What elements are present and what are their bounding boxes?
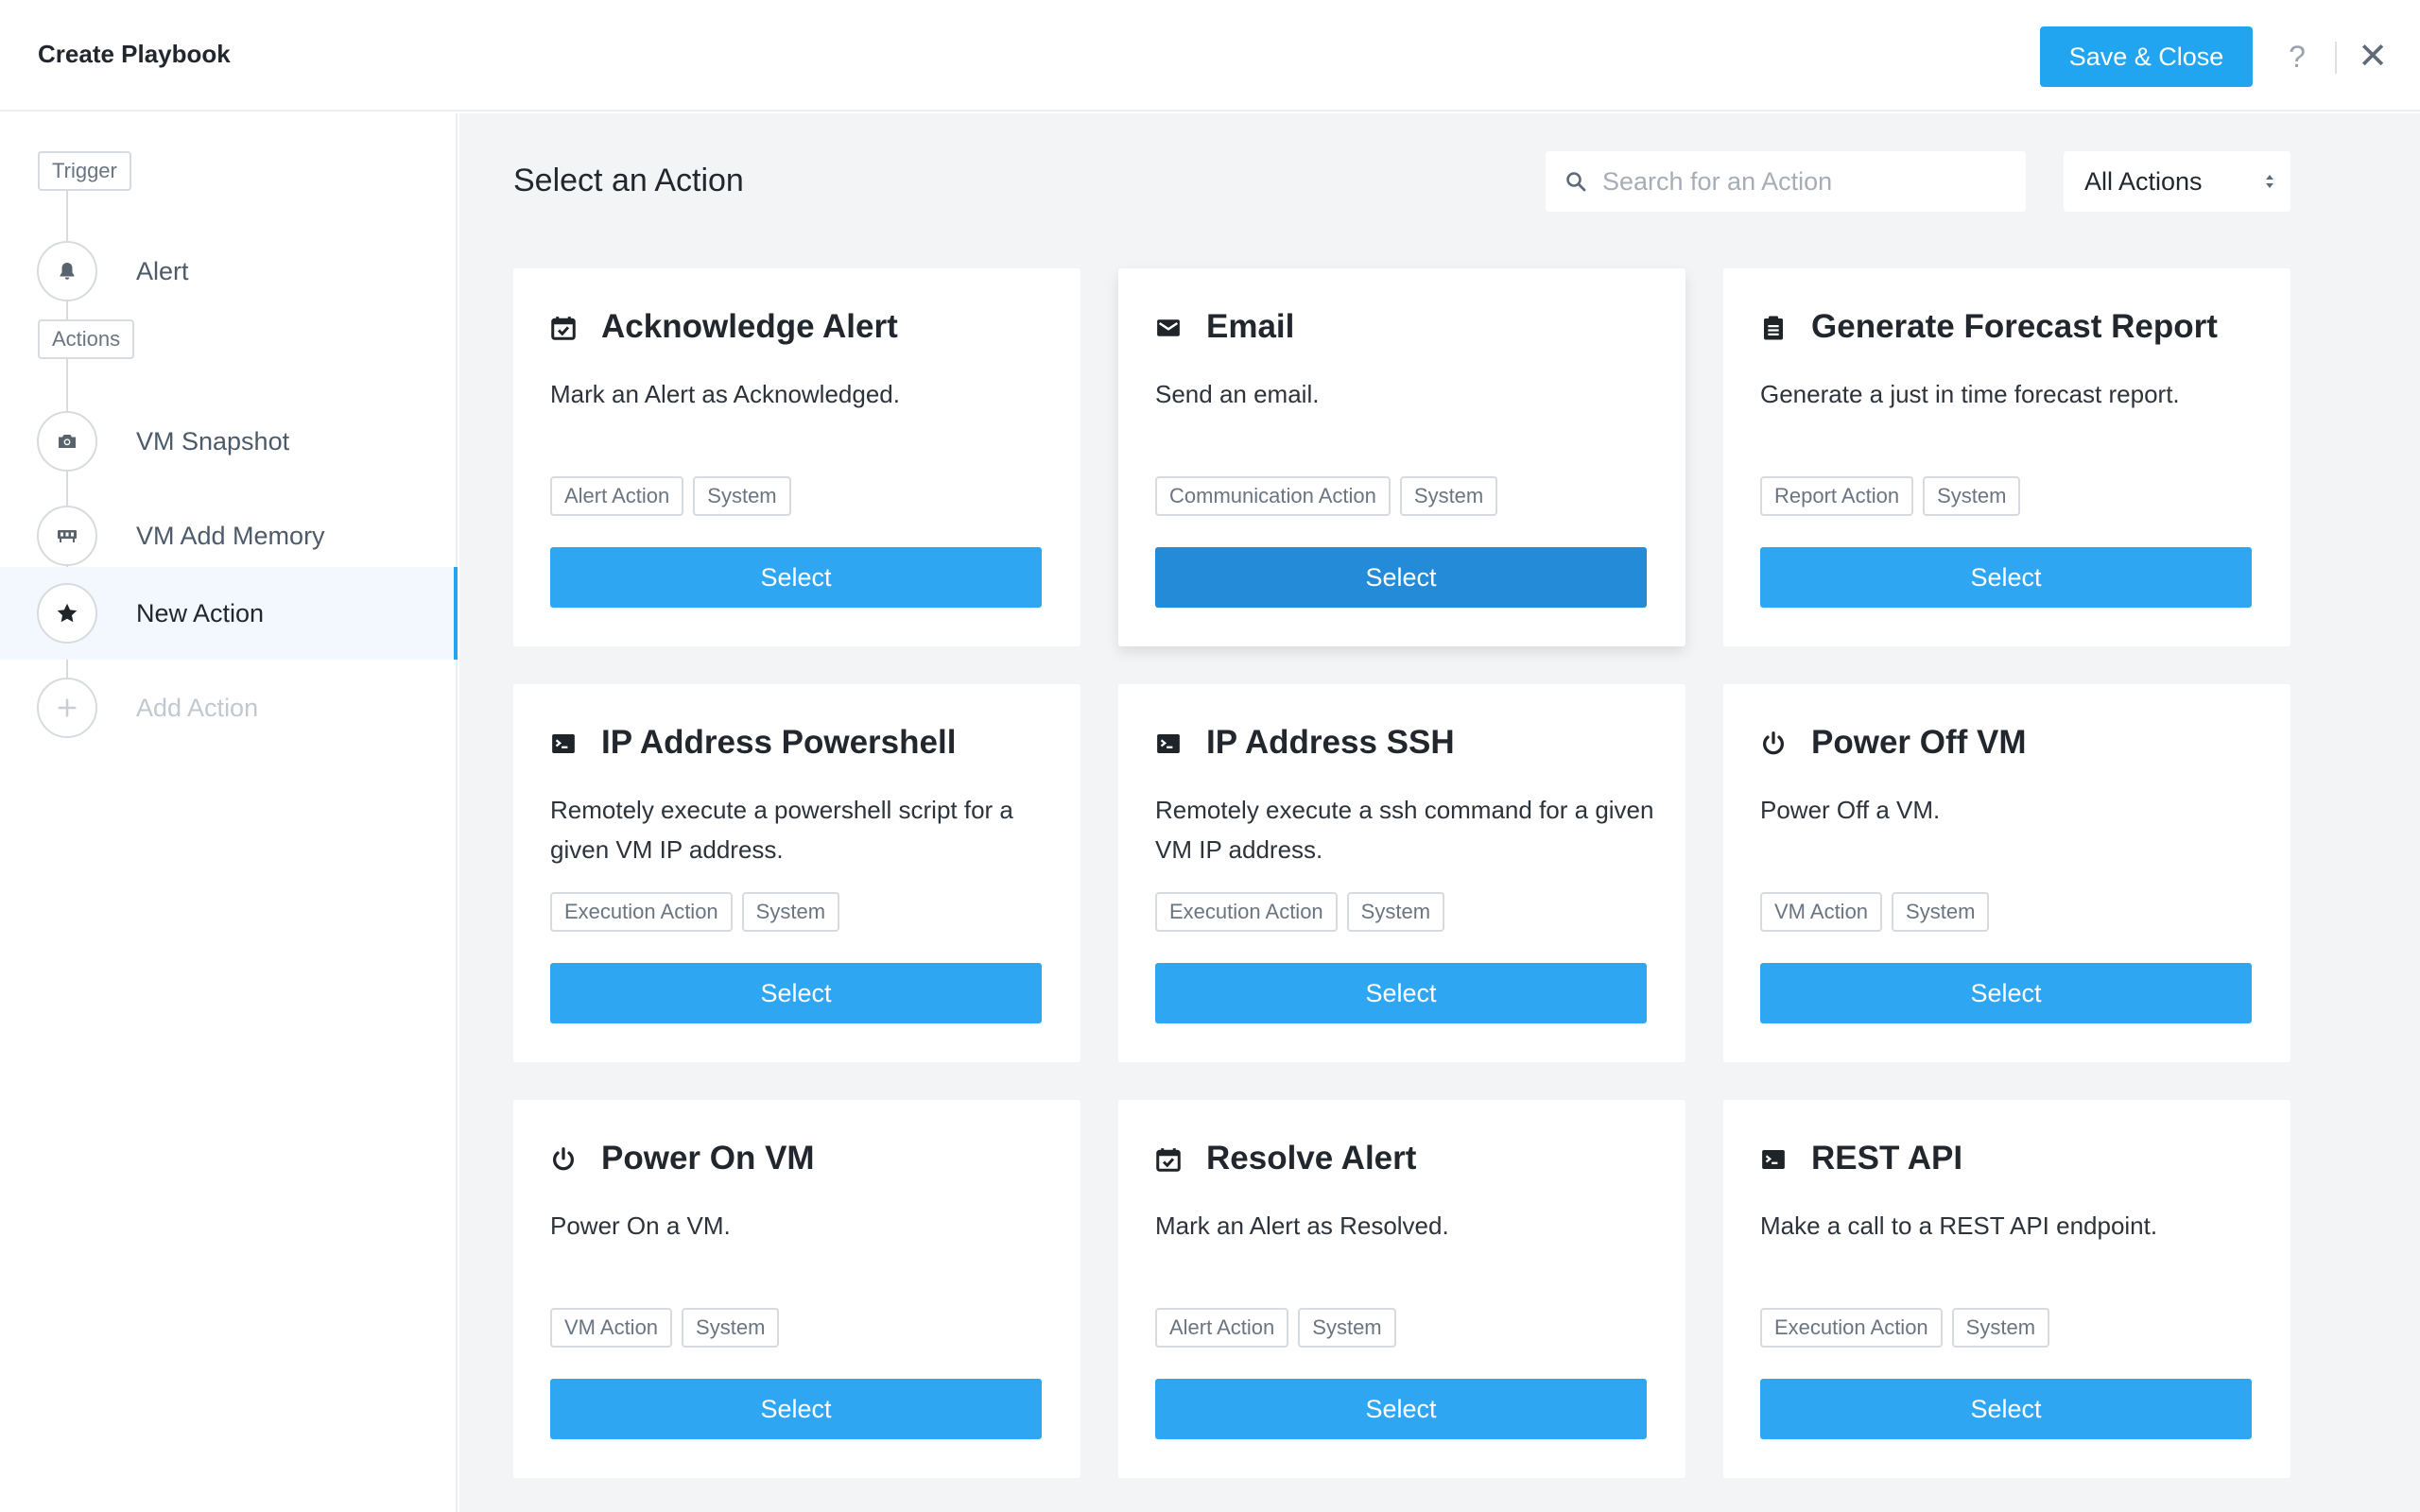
sidebar-step-alert[interactable]: Alert (0, 225, 458, 318)
sidebar-step-label: VM Snapshot (136, 427, 290, 455)
select-button[interactable]: Select (1155, 1379, 1647, 1439)
action-card-ip-address-ssh: IP Address SSH Remotely execute a ssh co… (1118, 684, 1685, 1062)
category-tag: VM Action (1760, 892, 1883, 932)
trigger-tag: Trigger (38, 151, 131, 191)
select-button[interactable]: Select (550, 1379, 1042, 1439)
card-description: Mark an Alert as Acknowledged. (550, 380, 900, 408)
sidebar-step-vm-snapshot[interactable]: VM Snapshot (0, 395, 458, 488)
bell-icon (37, 241, 97, 301)
envelope-icon (1154, 314, 1183, 342)
power-icon (1759, 730, 1788, 758)
system-tag: System (1346, 892, 1445, 932)
select-button[interactable]: Select (1155, 547, 1647, 608)
search-field[interactable] (1546, 151, 2026, 212)
memory-icon (37, 506, 97, 566)
action-card-email: Email Send an email. Communication Actio… (1118, 268, 1685, 646)
card-title: IP Address SSH (1206, 724, 1455, 761)
power-icon (549, 1145, 578, 1174)
page-title: Create Playbook (38, 40, 231, 68)
category-tag: Communication Action (1155, 476, 1391, 516)
system-tag: System (1298, 1308, 1396, 1348)
card-title: REST API (1811, 1140, 1963, 1177)
sidebar-step-label: Alert (136, 257, 189, 285)
search-icon (1566, 172, 1586, 192)
action-card-power-off-vm: Power Off VM Power Off a VM. VM Action S… (1723, 684, 2290, 1062)
card-description: Power Off a VM. (1760, 796, 1941, 824)
sidebar-step-new-action[interactable]: New Action (0, 567, 458, 660)
card-title: Resolve Alert (1206, 1140, 1417, 1177)
card-title: Email (1206, 308, 1295, 345)
category-tag: Alert Action (550, 476, 684, 516)
system-tag: System (1951, 1308, 2050, 1348)
system-tag: System (693, 476, 791, 516)
calendar-check-icon (549, 314, 578, 342)
terminal-icon (1154, 730, 1183, 758)
select-button[interactable]: Select (1155, 963, 1647, 1023)
top-bar: Create Playbook Save & Close ? ✕ (0, 0, 2420, 112)
action-card-power-on-vm: Power On VM Power On a VM. VM Action Sys… (513, 1100, 1080, 1478)
action-card-generate-forecast-report: Generate Forecast Report Generate a just… (1723, 268, 2290, 646)
action-card-ip-address-powershell: IP Address Powershell Remotely execute a… (513, 684, 1080, 1062)
category-tag: Execution Action (1155, 892, 1338, 932)
section-title: Select an Action (513, 163, 744, 198)
filter-value: All Actions (2084, 167, 2203, 196)
card-description: Send an email. (1155, 380, 1320, 408)
action-card-acknowledge-alert: Acknowledge Alert Mark an Alert as Ackno… (513, 268, 1080, 646)
card-description: Remotely execute a powershell script for… (550, 796, 1013, 864)
card-description: Make a call to a REST API endpoint. (1760, 1211, 2158, 1240)
card-title: Generate Forecast Report (1811, 308, 2218, 345)
category-tag: Execution Action (550, 892, 733, 932)
terminal-icon (549, 730, 578, 758)
card-description: Mark an Alert as Resolved. (1155, 1211, 1449, 1240)
card-title: Power On VM (601, 1140, 815, 1177)
system-tag: System (682, 1308, 780, 1348)
card-description: Power On a VM. (550, 1211, 731, 1240)
system-tag: System (1892, 892, 1990, 932)
sidebar-step-label: New Action (136, 599, 265, 627)
star-icon (37, 583, 97, 644)
sidebar-step-label: Add Action (136, 694, 259, 722)
sidebar: Trigger Alert Actions VM Snapshot VM Add… (0, 113, 458, 1512)
select-button[interactable]: Select (550, 963, 1042, 1023)
card-title: Acknowledge Alert (601, 308, 898, 345)
card-description: Generate a just in time forecast report. (1760, 380, 2180, 408)
actions-tag: Actions (38, 319, 135, 359)
action-card-resolve-alert: Resolve Alert Mark an Alert as Resolved.… (1118, 1100, 1685, 1478)
select-button[interactable]: Select (1760, 1379, 2252, 1439)
category-tag: VM Action (550, 1308, 673, 1348)
save-and-close-button[interactable]: Save & Close (2040, 26, 2253, 87)
report-icon (1759, 314, 1788, 342)
card-description: Remotely execute a ssh command for a giv… (1155, 796, 1654, 864)
select-button[interactable]: Select (1760, 963, 2252, 1023)
main-content: Select an Action All Actions Acknowledge… (459, 113, 2420, 1512)
system-tag: System (1399, 476, 1498, 516)
card-title: Power Off VM (1811, 724, 2027, 761)
select-arrows-icon (2266, 175, 2273, 188)
search-input[interactable] (1602, 151, 2018, 212)
category-tag: Alert Action (1155, 1308, 1289, 1348)
system-tag: System (741, 892, 840, 932)
select-button[interactable]: Select (1760, 547, 2252, 608)
close-icon[interactable]: ✕ (2354, 36, 2392, 77)
terminal-icon (1759, 1145, 1788, 1174)
action-filter-select[interactable]: All Actions (2064, 151, 2290, 212)
action-card-rest-api: REST API Make a call to a REST API endpo… (1723, 1100, 2290, 1478)
sidebar-step-add-action[interactable]: Add Action (0, 662, 458, 754)
divider (2335, 42, 2337, 74)
category-tag: Report Action (1760, 476, 1914, 516)
help-icon[interactable]: ? (2278, 34, 2316, 79)
system-tag: System (1923, 476, 2021, 516)
camera-icon (37, 411, 97, 472)
card-title: IP Address Powershell (601, 724, 957, 761)
calendar-check-icon (1154, 1145, 1183, 1174)
select-button[interactable]: Select (550, 547, 1042, 608)
category-tag: Execution Action (1760, 1308, 1943, 1348)
plus-icon (37, 678, 97, 738)
